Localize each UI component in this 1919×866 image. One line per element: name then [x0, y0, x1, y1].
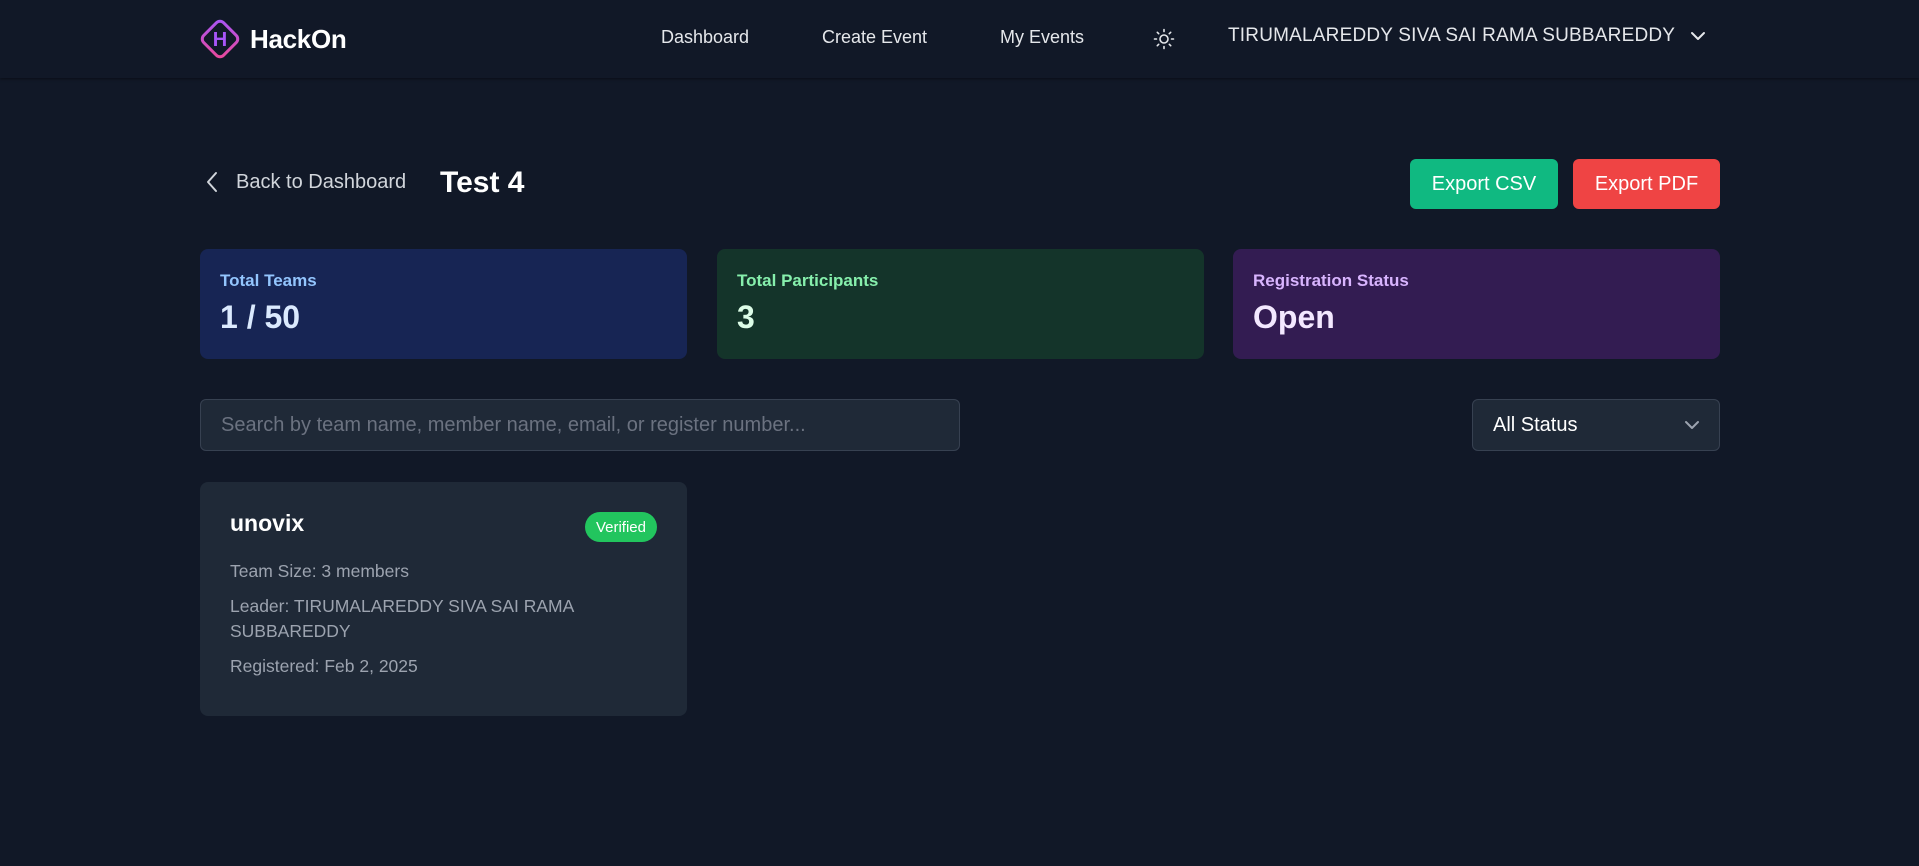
brand-logo-link[interactable]: H HackOn	[196, 15, 347, 63]
team-details: Team Size: 3 members Leader: TIRUMALARED…	[230, 559, 657, 679]
stat-label: Registration Status	[1253, 271, 1409, 290]
nav-my-events-link[interactable]: My Events	[1000, 27, 1084, 48]
team-leader: Leader: TIRUMALAREDDY SIVA SAI RAMA SUBB…	[230, 596, 574, 641]
chevron-down-icon	[1691, 32, 1706, 40]
team-card[interactable]: unovix Verified Team Size: 3 members Lea…	[200, 482, 687, 716]
nav-create-event-link[interactable]: Create Event	[822, 27, 927, 48]
chevron-left-icon	[207, 172, 217, 192]
stat-value: Open	[1253, 299, 1335, 335]
export-pdf-button[interactable]: Export PDF	[1573, 159, 1720, 209]
page-title: Test 4	[440, 166, 525, 199]
svg-text:H: H	[213, 29, 227, 51]
back-link-label: Back to Dashboard	[236, 170, 407, 193]
user-name: TIRUMALAREDDY SIVA SAI RAMA SUBBAREDDY	[1228, 25, 1676, 46]
user-menu-dropdown[interactable]: TIRUMALAREDDY SIVA SAI RAMA SUBBAREDDY	[1228, 25, 1707, 47]
total-teams-card: Total Teams 1 / 50	[200, 249, 687, 359]
verified-badge: Verified	[584, 512, 657, 542]
registration-status-card: Registration Status Open	[1233, 249, 1720, 359]
team-size: Team Size: 3 members	[230, 561, 409, 581]
top-navbar: H HackOn Dashboard Create Event My Event…	[0, 0, 1919, 78]
stat-label: Total Teams	[220, 271, 317, 290]
search-input[interactable]	[200, 399, 960, 451]
sun-icon[interactable]	[1152, 27, 1176, 51]
hackon-logo-icon: H	[200, 19, 240, 59]
chevron-down-icon	[1685, 421, 1699, 429]
team-registered-date: Registered: Feb 2, 2025	[230, 656, 418, 676]
export-csv-button[interactable]: Export CSV	[1410, 159, 1558, 209]
status-filter-select[interactable]: All Status	[1472, 399, 1720, 451]
status-filter-value: All Status	[1493, 413, 1578, 436]
brand-name: HackOn	[250, 23, 347, 54]
total-participants-card: Total Participants 3	[717, 249, 1204, 359]
nav-dashboard-link[interactable]: Dashboard	[661, 27, 749, 48]
stat-value: 3	[737, 299, 755, 335]
back-to-dashboard-link[interactable]: Back to Dashboard	[202, 170, 406, 194]
stat-label: Total Participants	[737, 271, 879, 290]
stat-value: 1 / 50	[220, 299, 301, 335]
